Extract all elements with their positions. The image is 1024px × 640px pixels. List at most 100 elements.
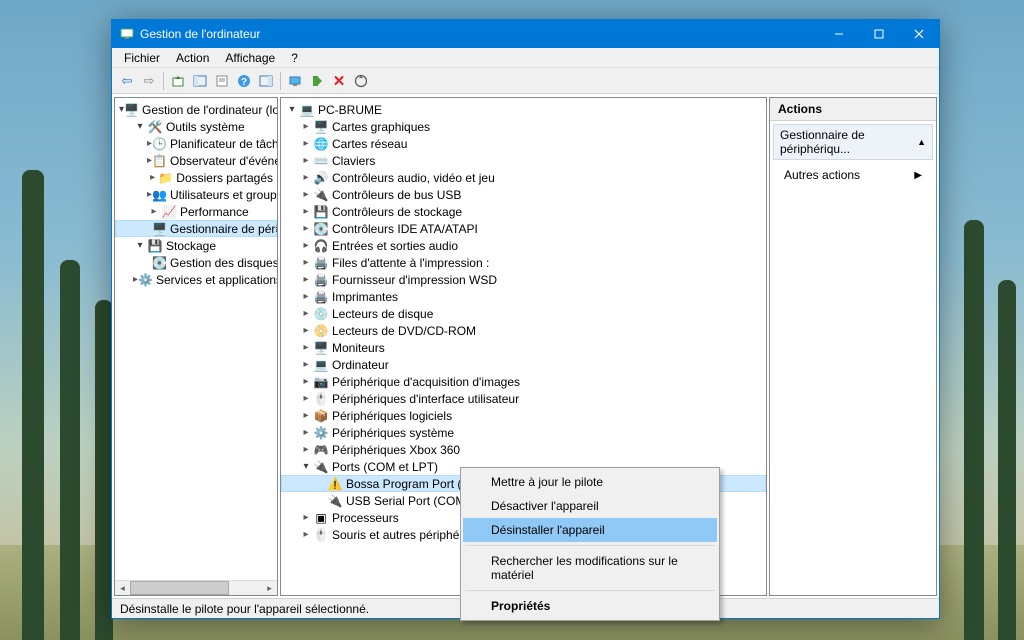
devmgr-icon: 🖥️ (152, 221, 167, 237)
scan-devices-button[interactable] (284, 70, 306, 92)
app-icon (120, 27, 134, 41)
menubar: Fichier Action Affichage ? (112, 48, 939, 68)
device-category[interactable]: ▸⚙️Périphériques système (281, 424, 766, 441)
actions-pane: Actions Gestionnaire de périphériqu... ▲… (769, 97, 937, 596)
device-category[interactable]: ▸🖱️Périphériques d'interface utilisateur (281, 390, 766, 407)
back-button[interactable]: ⇦ (116, 70, 138, 92)
tree-shared-folders[interactable]: ▸📁Dossiers partagés (115, 169, 277, 186)
menu-view[interactable]: Affichage (217, 49, 283, 67)
properties-sheet-button[interactable] (211, 70, 233, 92)
scroll-left-button[interactable]: ◂ (115, 581, 130, 595)
services-icon: ⚙️ (138, 272, 153, 288)
storage-icon: 💾 (147, 238, 163, 254)
log-icon: 📋 (152, 153, 167, 169)
device-category[interactable]: ▸🖨️Files d'attente à l'impression : (281, 254, 766, 271)
device-icon: 🖨️ (313, 255, 329, 271)
device-category[interactable]: ▸💽Contrôleurs IDE ATA/ATAPI (281, 220, 766, 237)
titlebar[interactable]: Gestion de l'ordinateur (112, 20, 939, 48)
menu-uninstall-device[interactable]: Désinstaller l'appareil (463, 518, 717, 542)
menu-update-driver[interactable]: Mettre à jour le pilote (463, 470, 717, 494)
device-icon: 🖨️ (313, 289, 329, 305)
tree-system-tools[interactable]: ▾🛠️Outils système (115, 118, 277, 135)
device-icon: 🖥️ (313, 119, 329, 135)
window-title: Gestion de l'ordinateur (140, 27, 819, 41)
port-icon: 🔌 (313, 459, 329, 475)
device-icon: 🌐 (313, 136, 329, 152)
device-icon: 🖥️ (313, 340, 329, 356)
device-category[interactable]: ▸🔊Contrôleurs audio, vidéo et jeu (281, 169, 766, 186)
device-icon: 🖨️ (313, 272, 329, 288)
tree-device-manager[interactable]: ▸🖥️Gestionnaire de périphériques (115, 220, 277, 237)
scroll-right-button[interactable]: ▸ (262, 581, 277, 595)
tree-services-apps[interactable]: ▸⚙️Services et applications (115, 271, 277, 288)
device-icon: 📷 (313, 374, 329, 390)
menu-action[interactable]: Action (168, 49, 217, 67)
forward-button[interactable]: ⇨ (138, 70, 160, 92)
menu-file[interactable]: Fichier (116, 49, 168, 67)
enable-device-button[interactable] (306, 70, 328, 92)
device-category[interactable]: ▸📦Périphériques logiciels (281, 407, 766, 424)
device-category[interactable]: ▸🖥️Cartes graphiques (281, 118, 766, 135)
device-root[interactable]: ▾💻PC-BRUME (281, 101, 766, 118)
left-h-scrollbar[interactable]: ◂ ▸ (115, 580, 277, 595)
minimize-button[interactable] (819, 20, 859, 48)
device-category[interactable]: ▸💿Lecteurs de disque (281, 305, 766, 322)
device-category[interactable]: ▸💾Contrôleurs de stockage (281, 203, 766, 220)
help-button[interactable]: ? (233, 70, 255, 92)
tree-disk-management[interactable]: ▸💽Gestion des disques (115, 254, 277, 271)
perf-icon: 📈 (161, 204, 177, 220)
mouse-icon: 🖱️ (313, 527, 329, 543)
device-category[interactable]: ▸💻Ordinateur (281, 356, 766, 373)
maximize-button[interactable] (859, 20, 899, 48)
scan-hardware-button[interactable] (350, 70, 372, 92)
show-hide-tree-button[interactable] (189, 70, 211, 92)
tree-scheduler[interactable]: ▸🕒Planificateur de tâches (115, 135, 277, 152)
tools-icon: 🛠️ (147, 119, 163, 135)
device-category[interactable]: ▸📀Lecteurs de DVD/CD-ROM (281, 322, 766, 339)
menu-help[interactable]: ? (283, 49, 306, 67)
menu-scan-hardware[interactable]: Rechercher les modifications sur le maté… (463, 549, 717, 587)
device-category[interactable]: ▸🖨️Imprimantes (281, 288, 766, 305)
status-text: Désinstalle le pilote pour l'appareil sé… (120, 602, 369, 616)
device-category[interactable]: ▸🌐Cartes réseau (281, 135, 766, 152)
menu-disable-device[interactable]: Désactiver l'appareil (463, 494, 717, 518)
menu-properties[interactable]: Propriétés (463, 594, 717, 618)
pc-icon: 💻 (299, 102, 315, 118)
warning-port-icon: ⚠️ (327, 476, 343, 492)
chevron-right-icon: ▶ (914, 170, 922, 181)
tree-storage[interactable]: ▾💾Stockage (115, 237, 277, 254)
tree-users-groups[interactable]: ▸👥Utilisateurs et groupes locaux (115, 186, 277, 203)
close-button[interactable] (899, 20, 939, 48)
cpu-icon: ▣ (313, 510, 329, 526)
actions-header: Actions (770, 98, 936, 121)
device-icon: 📀 (313, 323, 329, 339)
actions-subheader[interactable]: Gestionnaire de périphériqu... ▲ (773, 124, 933, 160)
svg-text:?: ? (241, 77, 247, 88)
uninstall-device-button[interactable]: ✕ (328, 70, 350, 92)
device-category[interactable]: ▸🎮Périphériques Xbox 360 (281, 441, 766, 458)
device-category[interactable]: ▸🎧Entrées et sorties audio (281, 237, 766, 254)
menu-separator (465, 590, 715, 591)
actions-more[interactable]: Autres actions ▶ (770, 163, 936, 187)
device-icon: 🎮 (313, 442, 329, 458)
tree-performance[interactable]: ▸📈Performance (115, 203, 277, 220)
device-icon: 💾 (313, 204, 329, 220)
device-icon: 📦 (313, 408, 329, 424)
device-category[interactable]: ▸📷Périphérique d'acquisition d'images (281, 373, 766, 390)
up-button[interactable] (167, 70, 189, 92)
menu-separator (465, 545, 715, 546)
device-icon: 🎧 (313, 238, 329, 254)
tree-root[interactable]: ▾🖥️Gestion de l'ordinateur (local) (115, 101, 277, 118)
device-category[interactable]: ▸⌨️Claviers (281, 152, 766, 169)
device-category[interactable]: ▸🖥️Moniteurs (281, 339, 766, 356)
console-tree[interactable]: ▾🖥️Gestion de l'ordinateur (local) ▾🛠️Ou… (114, 97, 278, 596)
device-category[interactable]: ▸🖨️Fournisseur d'impression WSD (281, 271, 766, 288)
device-icon: 🔌 (313, 187, 329, 203)
device-icon: 💻 (313, 357, 329, 373)
device-category[interactable]: ▸🔌Contrôleurs de bus USB (281, 186, 766, 203)
users-icon: 👥 (152, 187, 167, 203)
context-menu: Mettre à jour le pilote Désactiver l'app… (460, 467, 720, 621)
collapse-icon: ▲ (917, 137, 926, 147)
tree-event-viewer[interactable]: ▸📋Observateur d'événements (115, 152, 277, 169)
action-pane-button[interactable] (255, 70, 277, 92)
